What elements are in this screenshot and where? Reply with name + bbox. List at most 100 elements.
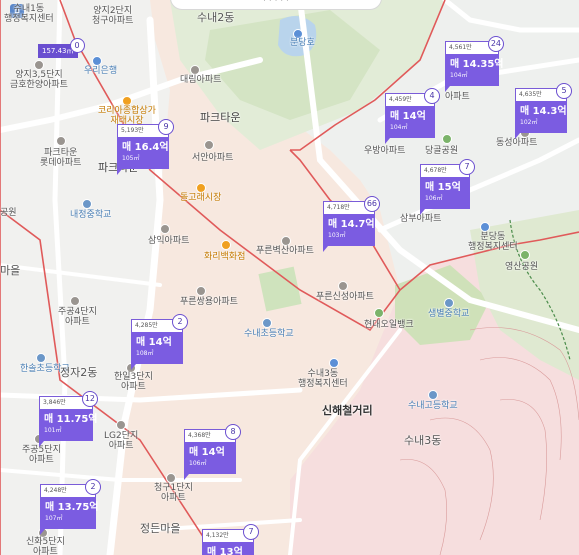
- listing-count: 8: [225, 424, 241, 440]
- area-size: 104㎡: [390, 124, 408, 131]
- label-pureunbyuksan: 푸른벽산아파트: [256, 246, 314, 256]
- label-sinhwa5: 신화5단지 아파트: [26, 537, 65, 555]
- price-body: 매 11.75억 101㎡: [39, 409, 98, 441]
- price-per-unit-text: 4,678만: [424, 167, 447, 174]
- price-marker[interactable]: 4,285만 2 매 14억 108㎡: [131, 314, 188, 370]
- price-body: 매 14.7억 103㎡: [323, 214, 375, 246]
- price-per-unit: 3,846만 12: [39, 391, 98, 409]
- price-marker[interactable]: 4,459만 4 매 14억 104㎡: [385, 88, 440, 144]
- price-marker[interactable]: 4,248만 2 매 13.75억 107㎡: [40, 479, 101, 535]
- price-marker[interactable]: 4,635만 5 매 14.3억 102㎡: [515, 83, 572, 139]
- marker-tail: [40, 529, 45, 535]
- label-suinae1-office: 수내1동 행정복지센터: [4, 4, 54, 24]
- marker-tail: [39, 441, 44, 447]
- marker-tail: [515, 133, 520, 139]
- label-daerim: 대림아파트: [180, 75, 222, 85]
- price-marker[interactable]: 4,678만 7 매 15억 106㎡: [420, 159, 475, 215]
- map-view[interactable]: · · · · · ⌂ 수내1동 행정복지센터 양지2단지 청구아파트 수내2동…: [0, 0, 579, 555]
- label-coriabank: 코리아종합상가 재래시장: [98, 106, 156, 126]
- price-per-unit: 4,248만 2: [40, 479, 101, 497]
- label-park-left: 공원: [0, 208, 17, 218]
- apartment-icon: [281, 236, 291, 246]
- listing-count: 5: [556, 83, 572, 99]
- sale-price: 매 14.7억: [328, 219, 375, 230]
- listing-count: 7: [243, 524, 259, 540]
- marker-tail: [420, 209, 425, 215]
- sale-price: 매 13.75억: [45, 502, 99, 513]
- price-per-unit: 4,635만 5: [515, 83, 572, 101]
- price-per-unit-text: 4,718만: [327, 204, 350, 211]
- area-size: 103㎡: [328, 232, 346, 239]
- label-jeongja2: 정자2동: [60, 366, 98, 379]
- apartment-icon: [116, 420, 126, 430]
- apartment-icon: [70, 296, 80, 306]
- area-size: 105㎡: [122, 155, 140, 162]
- label-sambu: 삼부아파트: [400, 214, 442, 224]
- apartment-icon: [196, 286, 206, 296]
- school-icon: [444, 298, 454, 308]
- listing-count: 24: [487, 36, 504, 52]
- price-body: 매 16.4억 105㎡: [117, 137, 169, 169]
- label-samik: 삼익아파트: [148, 236, 190, 246]
- label-bundangdong-office: 분당동 행정복지센터: [468, 232, 518, 252]
- listing-count: 7: [459, 159, 475, 175]
- top-search-bar[interactable]: · · · · ·: [170, 0, 382, 10]
- price-per-unit-text: 4,248만: [44, 487, 67, 494]
- price-per-unit-text: 3,846만: [43, 399, 66, 406]
- area-chip[interactable]: 157.43㎡ 0: [38, 38, 85, 58]
- area-chip-count: 0: [69, 38, 85, 53]
- label-yeongsan: 영산공원: [505, 262, 539, 272]
- label-suinae3-office: 수내3동 행정복지센터: [298, 369, 348, 389]
- label-geumgok: 마을: [0, 264, 21, 277]
- price-marker[interactable]: 4,368만 8 매 14억 106㎡: [184, 424, 241, 480]
- label-hyundai-oil: 현대오일뱅크: [364, 320, 414, 330]
- label-sinsejogeori: 신해철거리: [322, 404, 373, 417]
- area-size: 107㎡: [45, 515, 63, 522]
- price-per-unit: 4,368만 8: [184, 424, 241, 442]
- label-yangji35: 양지3,5단지 금호한양아파트: [10, 70, 68, 90]
- office-icon: [329, 358, 339, 368]
- sale-price: 매 14.35억: [450, 59, 504, 70]
- label-suinae2-dong: 수내2동: [197, 11, 235, 24]
- price-marker[interactable]: 4,561만 24 매 14.35억 104㎡: [445, 36, 504, 92]
- label-suinae-hs: 수내고등학교: [408, 401, 458, 411]
- gas-station-icon: [374, 308, 384, 318]
- apartment-icon: [166, 473, 176, 483]
- market-icon: [196, 183, 206, 193]
- marker-tail: [131, 364, 136, 370]
- listing-count: 12: [81, 391, 98, 407]
- area-size: 106㎡: [189, 460, 207, 467]
- price-marker[interactable]: 4,132만 7 매 13억: [202, 524, 259, 555]
- sale-price: 매 15억: [425, 182, 461, 193]
- label-pureunssangyong: 푸른쌍용아파트: [180, 297, 238, 307]
- price-per-unit-text: 4,561만: [449, 44, 472, 51]
- label-saengmyung: 생별중학교: [428, 309, 470, 319]
- marker-tail: [385, 138, 390, 144]
- school-icon: [36, 353, 46, 363]
- apartment-icon: [160, 224, 170, 234]
- label-dolgoregi: 돌고래시장: [180, 193, 222, 203]
- price-body: 매 14.3억 102㎡: [515, 101, 567, 133]
- price-per-unit: 4,561만 24: [445, 36, 504, 54]
- label-pureunsinseong: 푸른신성아파트: [316, 292, 374, 302]
- school-icon: [82, 199, 92, 209]
- price-marker[interactable]: 3,846만 12 매 11.75억 101㎡: [39, 391, 98, 447]
- label-lg2: LG2단지 아파트: [104, 431, 139, 451]
- label-ju5: 주공5단지 아파트: [22, 445, 61, 465]
- market-icon: [122, 96, 132, 106]
- marker-tail: [184, 474, 189, 480]
- price-per-unit: 4,718만 66: [323, 196, 380, 214]
- price-per-unit-text: 5,193만: [121, 127, 144, 134]
- price-per-unit: 4,132만 7: [202, 524, 259, 542]
- price-marker[interactable]: 5,193만 9 매 16.4억 105㎡: [117, 119, 174, 175]
- label-naejeong: 내정중학교: [70, 210, 112, 220]
- area-size: 106㎡: [425, 195, 443, 202]
- price-body: 매 15억 106㎡: [420, 177, 470, 209]
- listing-count: 66: [363, 196, 380, 212]
- sale-price: 매 16.4억: [122, 142, 169, 153]
- area-size: 108㎡: [136, 350, 154, 357]
- label-yangji2: 양지2단지 청구아파트: [92, 6, 134, 26]
- sale-price: 매 14억: [390, 111, 426, 122]
- label-seoan: 서안아파트: [192, 153, 234, 163]
- price-marker[interactable]: 4,718만 66 매 14.7억 103㎡: [323, 196, 380, 252]
